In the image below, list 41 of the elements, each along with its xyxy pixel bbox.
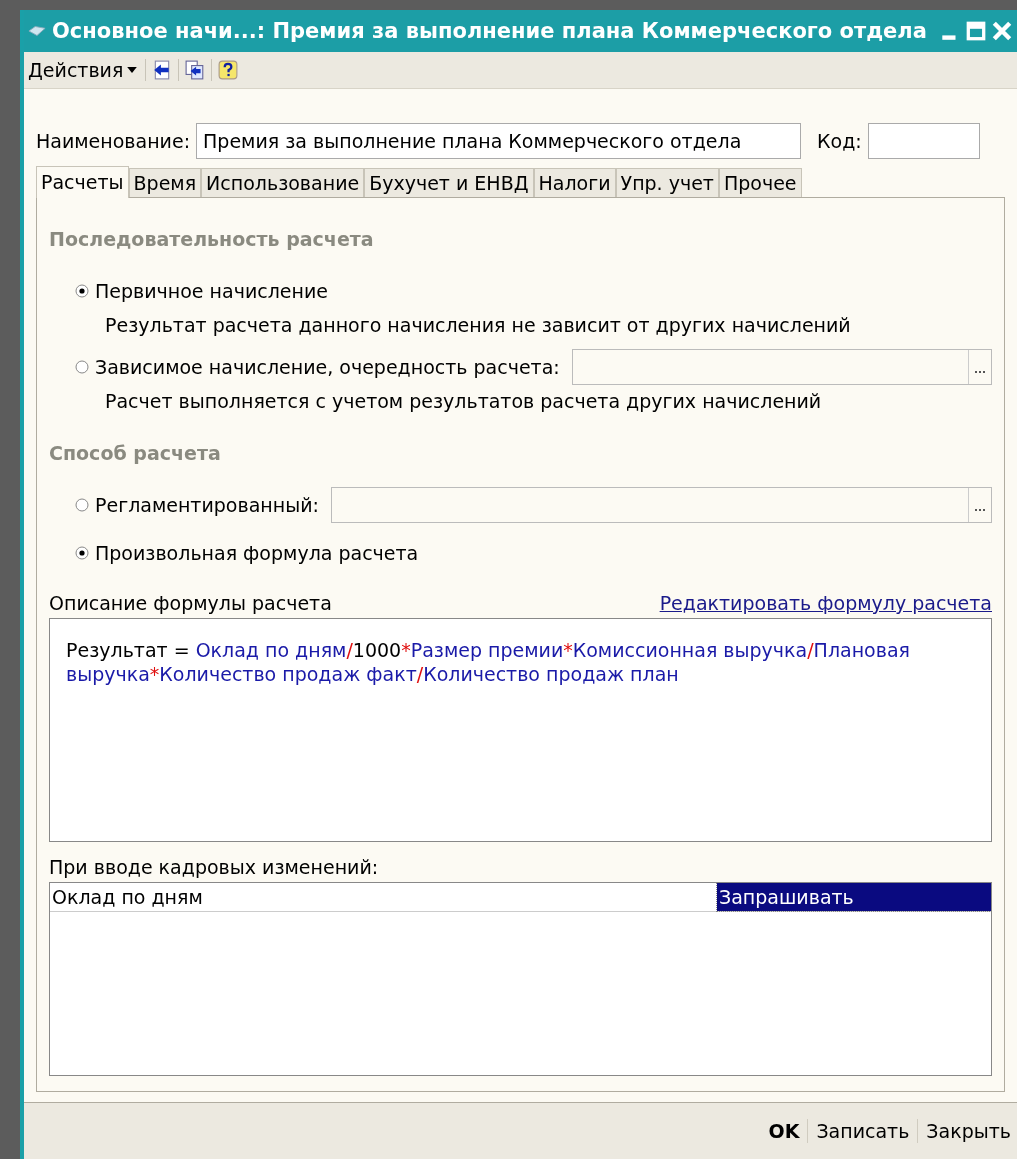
code-label: Код: <box>817 130 862 152</box>
footer-button[interactable]: OK <box>766 1118 802 1144</box>
footer-button[interactable]: Записать <box>814 1118 912 1144</box>
changes-label: При вводе кадровых изменений: <box>49 856 380 878</box>
caret-icon <box>127 67 138 73</box>
copy-icon[interactable] <box>185 60 206 80</box>
section-heading: Последовательность расчета <box>49 228 375 250</box>
name-label: Наименование: <box>36 130 191 152</box>
code-field[interactable] <box>867 123 980 159</box>
edit-formula-link[interactable]: Редактировать формулу расчета <box>659 592 992 614</box>
tab[interactable]: Упр. учет <box>615 168 719 197</box>
section-heading: Способ расчета <box>49 442 222 464</box>
radio-button[interactable] <box>75 546 89 560</box>
radio-label: Первичное начисление <box>95 280 328 302</box>
select-field[interactable] <box>571 349 992 385</box>
option-description: Расчет выполняется с учетом результатов расчета других начислений <box>105 390 823 412</box>
tab[interactable]: Бухучет и ЕНВД <box>364 168 534 197</box>
tab[interactable]: Расчеты <box>36 166 129 198</box>
close-icon[interactable] <box>991 20 1013 42</box>
radio-button[interactable] <box>75 360 89 374</box>
actions-menu[interactable]: Действия <box>26 57 140 83</box>
formula-label: Описание формулы расчета <box>49 592 332 614</box>
radio-button[interactable] <box>75 498 89 512</box>
table-cell[interactable]: Запрашивать <box>717 883 991 911</box>
select-field[interactable] <box>330 487 992 523</box>
option-description: Результат расчета данного начисления не зависит от других начислений <box>105 314 852 336</box>
window-title: Основное начи...: Премия за выполнение плана Коммерческого отдела <box>52 19 928 43</box>
tab[interactable]: Время <box>128 168 202 197</box>
radio-button[interactable] <box>75 284 89 298</box>
radio-label: Регламентированный: <box>95 494 319 516</box>
table-cell-text: Оклад по дням <box>51 885 204 910</box>
footer-button[interactable]: Закрыть <box>924 1118 1013 1144</box>
name-field[interactable]: Премия за выполнение плана Коммерческого отдела <box>196 123 802 159</box>
tab[interactable]: Налоги <box>533 168 616 197</box>
formula-text: Результат = Оклад по дням/1000*Размер премии*Комиссионная выручка/Плановая выручка*Количество продаж факт/Количество продаж план <box>66 639 911 687</box>
tab[interactable]: Прочее <box>718 168 802 197</box>
maximize-icon[interactable] <box>965 20 987 42</box>
radio-label: Произвольная формула расчета <box>95 542 419 564</box>
tab[interactable]: Использование <box>201 168 365 197</box>
radio-label: Зависимое начисление, очередность расчета: <box>95 356 560 378</box>
help-icon[interactable] <box>218 60 239 80</box>
